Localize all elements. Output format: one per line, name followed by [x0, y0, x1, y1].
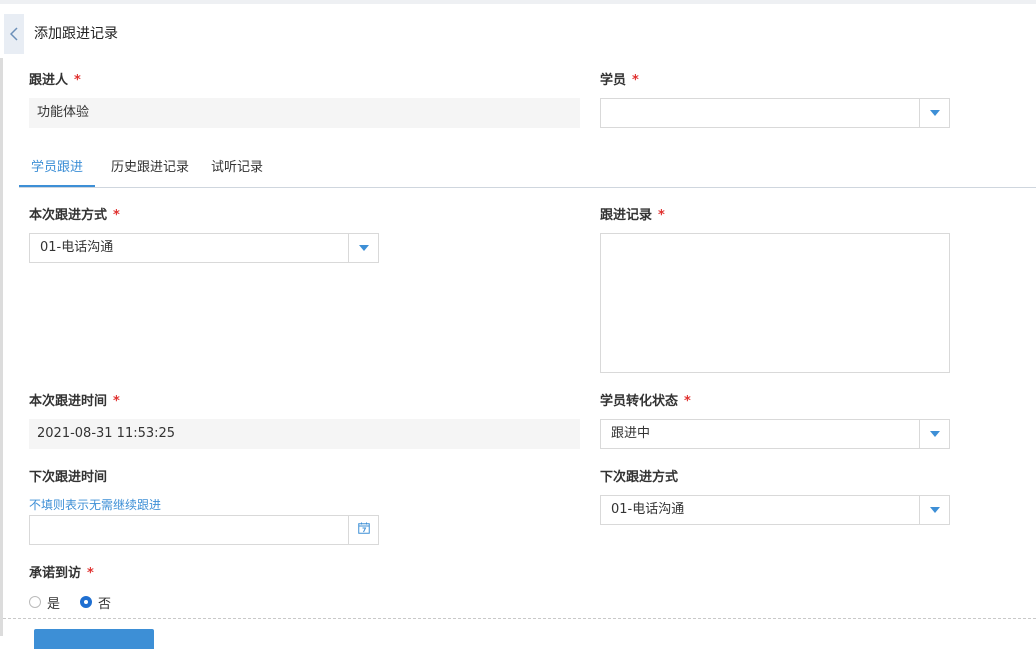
dropdown-button[interactable]	[348, 234, 378, 262]
method-label: 本次跟进方式 *	[29, 208, 120, 223]
required-mark: *	[113, 208, 120, 223]
required-mark: *	[87, 566, 94, 581]
status-select[interactable]: 跟进中	[600, 419, 950, 449]
caret-down-icon	[358, 245, 369, 251]
next-method-select[interactable]: 01-电话沟通	[600, 495, 950, 525]
left-rail	[0, 58, 3, 636]
top-bar	[0, 0, 1036, 4]
page-title: 添加跟进记录	[34, 26, 118, 42]
next-time-input[interactable]	[29, 515, 379, 545]
follower-label: 跟进人 *	[29, 73, 81, 88]
promise-label: 承诺到访 *	[29, 566, 94, 581]
calendar-icon	[357, 522, 370, 538]
caret-down-icon	[929, 431, 940, 437]
dropdown-button[interactable]	[919, 420, 949, 448]
next-method-select-value: 01-电话沟通	[611, 502, 685, 517]
tab-history-records[interactable]: 历史跟进记录	[103, 152, 197, 185]
back-button[interactable]	[4, 14, 24, 54]
status-label: 学员转化状态 *	[600, 394, 691, 409]
required-mark: *	[74, 73, 81, 88]
radio-yes-label: 是	[47, 596, 61, 612]
radio-circle	[29, 596, 41, 608]
tab-trial-records[interactable]: 试听记录	[207, 152, 267, 185]
status-select-value: 跟进中	[611, 426, 651, 441]
follower-field: 功能体验	[29, 98, 580, 128]
submit-button[interactable]	[34, 629, 154, 649]
radio-yes[interactable]: 是	[29, 593, 60, 612]
time-label: 本次跟进时间 *	[29, 394, 120, 409]
record-label: 跟进记录 *	[600, 208, 665, 223]
radio-no-label: 否	[98, 596, 112, 612]
calendar-button[interactable]	[348, 516, 378, 544]
dropdown-button[interactable]	[919, 99, 949, 127]
tab-student-followup[interactable]: 学员跟进	[19, 152, 95, 187]
method-select-value: 01-电话沟通	[40, 240, 114, 255]
method-select[interactable]: 01-电话沟通	[29, 233, 379, 263]
required-mark: *	[632, 73, 639, 88]
caret-down-icon	[929, 507, 940, 513]
tab-bar: 学员跟进 历史跟进记录 试听记录	[19, 152, 1036, 188]
required-mark: *	[684, 394, 691, 409]
next-time-hint: 不填则表示无需继续跟进	[29, 498, 162, 512]
record-textarea[interactable]	[600, 233, 950, 373]
required-mark: *	[658, 208, 665, 223]
required-mark: *	[113, 394, 120, 409]
chevron-left-icon	[10, 27, 18, 41]
next-time-label: 下次跟进时间	[29, 470, 108, 485]
radio-circle-selected	[80, 596, 93, 608]
student-select[interactable]	[600, 98, 950, 128]
student-label: 学员 *	[600, 73, 639, 88]
dropdown-button[interactable]	[919, 496, 949, 524]
promise-radio-group: 是 否	[29, 593, 131, 612]
time-field: 2021-08-31 11:53:25	[29, 419, 580, 449]
caret-down-icon	[929, 110, 940, 116]
next-method-label: 下次跟进方式	[600, 470, 679, 485]
footer-divider	[3, 618, 1036, 619]
radio-no[interactable]: 否	[80, 593, 111, 612]
